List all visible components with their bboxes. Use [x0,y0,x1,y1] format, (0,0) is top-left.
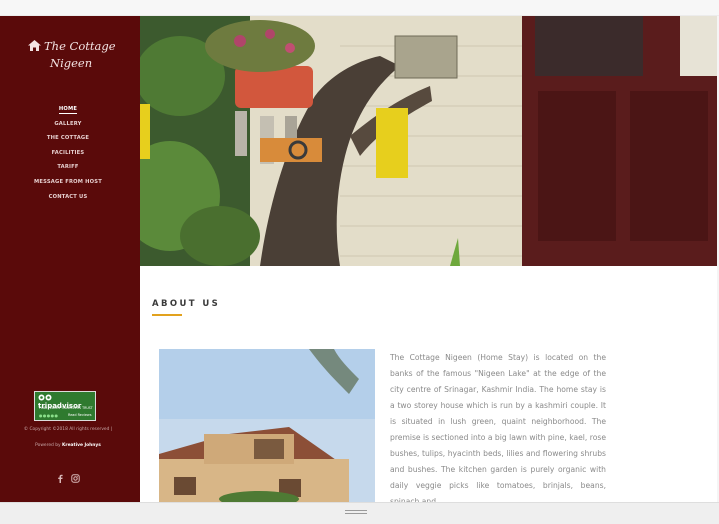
nav-item-home[interactable]: HOME [0,102,136,117]
brand-line-2: Nigeen [50,56,93,70]
nav-item-gallery[interactable]: GALLERY [0,117,136,132]
copyright-text: © Copyright ©2018 All rights reserved | [23,427,113,432]
brand-line-1: The Cottage [44,39,116,53]
home-icon [28,39,41,51]
sidebar: The Cottage Nigeen HOME GALLERY THE COTT… [0,16,140,502]
main-nav: HOME GALLERY THE COTTAGE FACILITIES TARI… [0,102,136,204]
browser-page: The Cottage Nigeen HOME GALLERY THE COTT… [0,0,719,524]
tripadvisor-badge[interactable]: tripadvisor FIND PLACES TRAVELLERS TRUST… [34,391,96,421]
about-us-heading: ABOUT US [152,299,221,309]
nav-item-contact-us[interactable]: CONTACT US [0,190,136,205]
hero-image [140,16,717,266]
heading-underline [152,314,182,316]
about-us-text: The Cottage Nigeen (Home Stay) is locate… [390,353,606,506]
tripadvisor-tagline: FIND PLACES TRAVELLERS TRUST [39,406,93,410]
site-logo[interactable]: The Cottage Nigeen [28,38,128,72]
main-content: ABOUT US The Cottage Nigeen (Home Stay) … [140,266,717,506]
facebook-icon[interactable] [56,468,65,483]
nav-item-the-cottage[interactable]: THE COTTAGE [0,131,136,146]
rating-dots: ●●●●● [39,413,59,418]
social-links [56,468,86,483]
cottage-photo [159,349,375,502]
read-reviews-link[interactable]: Read Reviews [68,413,91,417]
owl-icon [38,394,52,401]
powered-by: Powered by Kreative Johnys [0,443,136,448]
nav-item-message-from-host[interactable]: MESSAGE FROM HOST [0,175,136,190]
resize-handle[interactable] [345,510,367,515]
instagram-icon[interactable] [71,468,80,483]
top-bar [0,0,719,16]
powered-by-link[interactable]: Kreative Johnys [62,443,101,448]
powered-by-label: Powered by [35,443,61,448]
nav-item-tariff[interactable]: TARIFF [0,160,136,175]
nav-item-facilities[interactable]: FACILITIES [0,146,136,161]
bottom-bar [0,502,719,524]
